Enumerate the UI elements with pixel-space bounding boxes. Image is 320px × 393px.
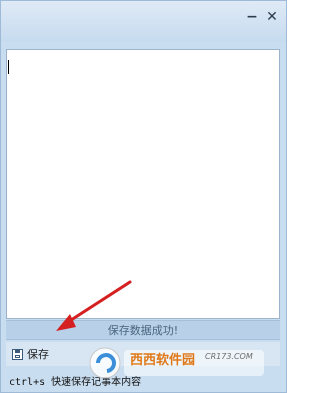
status-message: 保存数据成功! [6,320,280,340]
text-editor-area[interactable] [6,49,280,319]
save-button[interactable]: 保存 [9,345,52,363]
minimize-icon[interactable]: − [244,9,260,25]
notepad-window: − ✕ 保存数据成功! 保存 ctrl+s 快速保存记事本内容 [0,0,287,393]
toolbar: 保存 [6,342,280,366]
close-icon[interactable]: ✕ [264,9,280,25]
save-button-label: 保存 [27,348,49,361]
text-caret [8,60,9,74]
save-disk-icon [12,348,23,360]
shortcut-hint: ctrl+s 快速保存记事本内容 [9,377,142,388]
title-bar[interactable]: − ✕ [1,1,286,41]
